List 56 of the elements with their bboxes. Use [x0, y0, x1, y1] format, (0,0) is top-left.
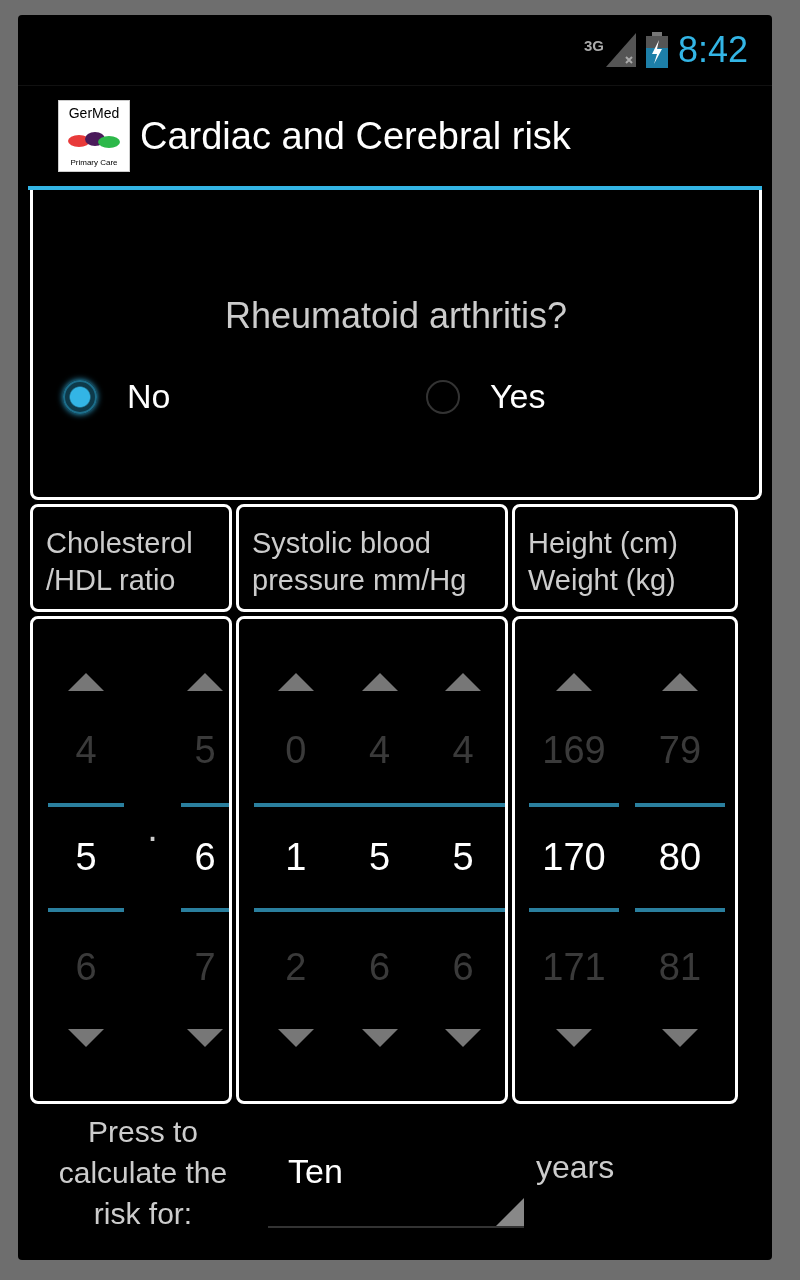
question-text: Rheumatoid arthritis?: [224, 295, 568, 337]
previous-value[interactable]: 4: [452, 729, 474, 772]
down-arrow-icon[interactable]: [186, 1029, 223, 1047]
up-arrow-icon[interactable]: [361, 673, 398, 691]
radio-button[interactable]: [426, 379, 460, 414]
down-arrow-icon[interactable]: [277, 1029, 314, 1047]
signal-icon: [605, 33, 636, 67]
selected-value[interactable]: 80: [635, 803, 725, 912]
next-value[interactable]: 6: [75, 945, 97, 989]
selected-value[interactable]: 5: [48, 803, 125, 912]
next-value[interactable]: 6: [368, 945, 391, 989]
next-value[interactable]: 2: [285, 945, 307, 989]
logo-text: Primary Care: [70, 158, 118, 167]
down-arrow-icon[interactable]: [361, 1029, 398, 1047]
up-arrow-icon[interactable]: [186, 673, 223, 691]
previous-value[interactable]: 5: [194, 729, 216, 772]
clock: 8:42: [677, 29, 748, 71]
logo-text: GerMed: [68, 105, 120, 121]
selected-value[interactable]: 6: [180, 803, 229, 912]
down-arrow-icon[interactable]: [445, 1029, 482, 1047]
down-arrow-icon[interactable]: [68, 1029, 105, 1047]
previous-value[interactable]: 169: [542, 729, 606, 772]
picker-header: Height (cm) Weight (kg): [512, 504, 738, 612]
up-arrow-icon[interactable]: [662, 673, 698, 691]
radio-button[interactable]: [63, 379, 97, 414]
up-arrow-icon[interactable]: [556, 673, 592, 691]
calculate-label[interactable]: Press to calculate the risk for:: [18, 1111, 268, 1234]
down-arrow-icon[interactable]: [556, 1029, 592, 1047]
next-value[interactable]: 6: [452, 945, 474, 989]
picker-header: Systolic blood pressure mm/Hg: [236, 504, 508, 612]
next-value[interactable]: 81: [658, 945, 702, 989]
selected-value[interactable]: 1: [254, 803, 338, 912]
years-spinner[interactable]: Ten: [268, 1117, 524, 1228]
next-value[interactable]: 7: [194, 945, 216, 989]
pills-icon: [67, 130, 121, 149]
option-label[interactable]: Yes: [490, 377, 546, 416]
app-title: Cardiac and Cerebral risk: [140, 114, 571, 158]
up-arrow-icon[interactable]: [445, 673, 482, 691]
picker-header: Cholesterol /HDL ratio: [30, 504, 232, 612]
up-arrow-icon[interactable]: [68, 673, 105, 691]
selected-value[interactable]: 5: [337, 803, 422, 912]
network-type: 3G: [583, 37, 604, 54]
previous-value[interactable]: 0: [285, 729, 307, 772]
selected-value[interactable]: 170: [529, 803, 619, 912]
previous-value[interactable]: 4: [75, 729, 97, 772]
spinner-corner-icon: [496, 1197, 524, 1226]
down-arrow-icon[interactable]: [662, 1029, 698, 1047]
battery-charging-icon: [645, 32, 668, 68]
selected-value[interactable]: 5: [421, 803, 505, 912]
up-arrow-icon[interactable]: [277, 673, 314, 691]
previous-value[interactable]: 79: [658, 729, 702, 772]
next-value[interactable]: 171: [542, 945, 606, 989]
unit-label: years: [536, 1149, 615, 1186]
option-label[interactable]: No: [127, 377, 171, 416]
decimal-point: .: [147, 807, 158, 850]
previous-value[interactable]: 4: [368, 729, 391, 772]
